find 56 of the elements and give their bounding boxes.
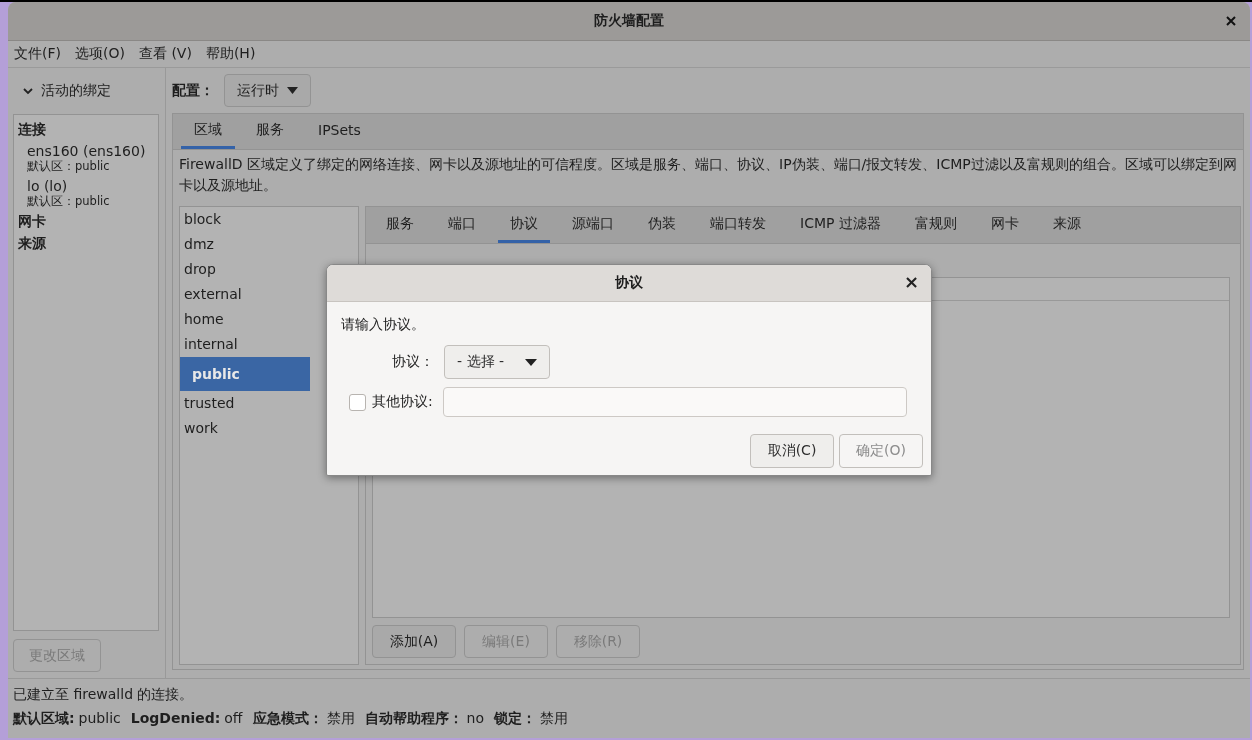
menu-item[interactable]: 文件(F) (14, 45, 61, 63)
tab[interactable]: 伪装 (636, 207, 688, 243)
protocol-select[interactable]: - 选择 - (444, 345, 550, 379)
section-heading: 连接 (18, 121, 47, 139)
config-label: 配置： (172, 81, 214, 100)
status-value: 禁用 (326, 710, 355, 726)
expander[interactable]: 活动的绑定 (13, 68, 159, 114)
status-label: 默认区域: (13, 710, 75, 726)
tab[interactable]: 区域 (181, 114, 235, 149)
tab[interactable]: 服务 (374, 207, 426, 243)
checkbox[interactable] (349, 393, 366, 411)
section-heading: 网卡 (18, 213, 47, 231)
dialog-title: 协议 (615, 274, 643, 292)
tab[interactable]: ICMP 过滤器 (788, 207, 893, 243)
tab[interactable]: 服务 (243, 114, 297, 149)
config-dropdown[interactable]: 运行时 (224, 74, 311, 107)
caret-icon (287, 87, 298, 94)
tab[interactable]: 端口 (436, 207, 488, 243)
close-button[interactable]: × (901, 273, 921, 291)
tab[interactable]: 协议 (498, 207, 550, 243)
status-value: 禁用 (539, 710, 568, 726)
status-value: no (466, 710, 484, 726)
zone-item[interactable]: block (180, 207, 358, 232)
status-label: LogDenied: (130, 710, 221, 726)
window-title: 防火墙配置 (594, 12, 664, 30)
tab[interactable]: 端口转发 (698, 207, 778, 243)
connection-name[interactable]: lo (lo) (27, 178, 154, 194)
status-label: 锁定： (493, 710, 536, 726)
status-value: public (78, 710, 121, 726)
section-heading: 来源 (18, 235, 47, 253)
tab[interactable]: 来源 (1040, 207, 1093, 243)
status-value: off (224, 710, 243, 726)
description-text: FirewallD 区域定义了绑定的网络连接、网卡以及源地址的可信程度。区域是服务、端口、协议、IP伪装、端口/报文转发、ICMP过滤以及富规则的组合。区域可以绑定到网卡以及源地址。 (178, 155, 1238, 195)
other-protocol-label: 其他协议: (372, 393, 433, 411)
action-button[interactable]: 添加(A) (372, 625, 456, 658)
tab[interactable]: 源端口 (560, 207, 626, 243)
protocol-label: 协议： (391, 353, 435, 371)
connection-name[interactable]: ens160 (ens160) (27, 143, 154, 159)
zone-item[interactable]: public (180, 357, 310, 391)
menu-item[interactable]: 帮助(H) (205, 45, 256, 63)
tab[interactable]: 网卡 (978, 207, 1031, 243)
connection-zone: 默认区：public (27, 159, 111, 174)
dialog-button[interactable]: 取消(C) (750, 434, 834, 468)
zone-item[interactable]: dmz (180, 232, 358, 257)
caret-icon (525, 358, 537, 366)
menu-item[interactable]: 选项(O) (75, 45, 125, 63)
status-label: 自动帮助程序： (364, 710, 463, 726)
tab[interactable]: 富规则 (902, 207, 969, 243)
dialog-prompt: 请输入协议。 (341, 316, 426, 334)
menu-item[interactable]: 查看 (V) (138, 45, 192, 63)
chevron-icon (23, 86, 33, 96)
connection-zone: 默认区：public (27, 194, 111, 209)
status-message: 已建立至 firewalld 的连接。 (13, 685, 195, 704)
close-icon[interactable] (1226, 16, 1236, 26)
status-label: 应急模式： (252, 710, 323, 726)
tab[interactable]: IPSets (305, 114, 374, 149)
